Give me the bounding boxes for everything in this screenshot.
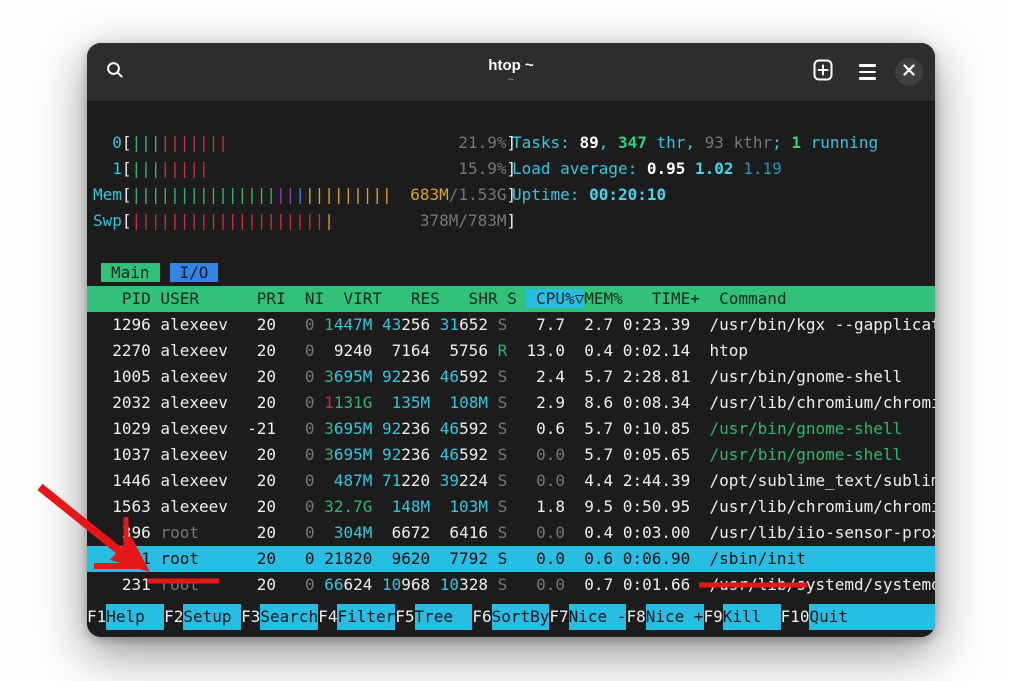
- mem-bars: |||||||||||||||||||||||||||: [132, 185, 392, 204]
- mem-value: 683M/1.53G: [410, 182, 506, 208]
- screen-tabs: Main I/O: [87, 260, 935, 286]
- fkey-f8: F8: [626, 604, 645, 630]
- page-background: htop ~ ~: [0, 0, 1009, 681]
- process-row[interactable]: 231 root 20 0 66624 10968 10328 S 0.0 0.…: [87, 572, 935, 598]
- fkey-quit-button[interactable]: Quit: [809, 604, 867, 630]
- fkey-nice-plus-button[interactable]: Nice +: [646, 604, 704, 630]
- fkey-bar-fill: [867, 604, 935, 630]
- fkey-f2: F2: [164, 604, 183, 630]
- fkey-setup-button[interactable]: Setup: [183, 604, 241, 630]
- fkey-f10: F10: [781, 604, 810, 630]
- hamburger-menu-icon: [859, 64, 876, 80]
- search-button[interactable]: [99, 56, 131, 88]
- process-row[interactable]: 1296 alexeev 20 0 1447M 43256 31652 S 7.…: [87, 312, 935, 338]
- fkey-f6: F6: [472, 604, 491, 630]
- fkey-f3: F3: [241, 604, 260, 630]
- swap-meter: Swp[|||||||||||||||||||||378M/783M]: [87, 208, 935, 234]
- close-icon: [903, 63, 915, 81]
- fkey-kill-button[interactable]: Kill: [723, 604, 781, 630]
- fkey-nice-minus-button[interactable]: Nice -: [569, 604, 627, 630]
- process-row[interactable]: 396 root 20 0 304M 6672 6416 S 0.0 0.4 0…: [87, 520, 935, 546]
- uptime-line: Uptime: 00:20:10: [512, 182, 878, 208]
- process-table-header[interactable]: PID USER PRI NI VIRT RES SHR S CPU%▽MEM%…: [87, 286, 935, 312]
- cpu1-value: 15.9%: [458, 156, 506, 182]
- cpu0-value: 21.9%: [458, 130, 506, 156]
- cpu1-bars: ||||||||: [132, 159, 209, 178]
- fkey-sortby-button[interactable]: SortBy: [492, 604, 550, 630]
- process-row[interactable]: 1005 alexeev 20 0 3695M 92236 46592 S 2.…: [87, 364, 935, 390]
- process-row-selected[interactable]: 1 root 20 0 21820 9620 7792 S 0.0 0.6 0:…: [87, 546, 935, 572]
- swap-bars: |||||||||||||||||||||: [132, 211, 334, 230]
- fkey-filter-button[interactable]: Filter: [337, 604, 395, 630]
- fkey-tree-button[interactable]: Tree: [415, 604, 473, 630]
- new-tab-button[interactable]: [807, 56, 839, 88]
- process-row[interactable]: 1029 alexeev -21 0 3695M 92236 46592 S 0…: [87, 416, 935, 442]
- load-average-line: Load average: 0.95 1.02 1.19: [512, 156, 878, 182]
- fkey-help-button[interactable]: Help: [106, 604, 164, 630]
- fkey-search-button[interactable]: Search: [260, 604, 318, 630]
- fkey-f9: F9: [704, 604, 723, 630]
- terminal-window: htop ~ ~: [87, 43, 935, 637]
- process-row[interactable]: 1563 alexeev 20 0 32.7G 148M 103M S 1.8 …: [87, 494, 935, 520]
- swap-value: 378M/783M: [420, 208, 507, 234]
- tasks-line: Tasks: 89, 347 thr, 93 kthr; 1 running: [512, 130, 878, 156]
- menu-button[interactable]: [851, 56, 883, 88]
- fkey-f7: F7: [549, 604, 568, 630]
- fkey-f5: F5: [395, 604, 414, 630]
- fkey-f4: F4: [318, 604, 337, 630]
- process-row[interactable]: 2032 alexeev 20 0 1131G 135M 108M S 2.9 …: [87, 390, 935, 416]
- new-tab-icon: [812, 58, 834, 87]
- process-row[interactable]: 2270 alexeev 20 0 9240 7164 5756 R 13.0 …: [87, 338, 935, 364]
- window-title: htop ~: [488, 57, 533, 74]
- search-icon: [105, 60, 125, 85]
- fkey-f1: F1: [87, 604, 106, 630]
- titlebar: htop ~ ~: [87, 43, 935, 102]
- tab-main[interactable]: Main: [101, 263, 160, 282]
- window-subtitle: ~: [508, 74, 514, 87]
- tab-io[interactable]: I/O: [170, 263, 219, 282]
- system-info: Tasks: 89, 347 thr, 93 kthr; 1 running L…: [512, 130, 878, 208]
- htop-screen: 0[||||||||||21.9%] 1[||||||||15.9%] Mem[…: [87, 102, 935, 637]
- process-row[interactable]: 1446 alexeev 20 0 487M 71220 39224 S 0.0…: [87, 468, 935, 494]
- cpu0-bars: ||||||||||: [132, 133, 228, 152]
- function-key-bar: F1Help F2Setup F3SearchF4FilterF5Tree F6…: [87, 604, 935, 630]
- process-row[interactable]: 1037 alexeev 20 0 3695M 92236 46592 S 0.…: [87, 442, 935, 468]
- spacer-line: [87, 234, 935, 260]
- close-button[interactable]: [895, 58, 923, 86]
